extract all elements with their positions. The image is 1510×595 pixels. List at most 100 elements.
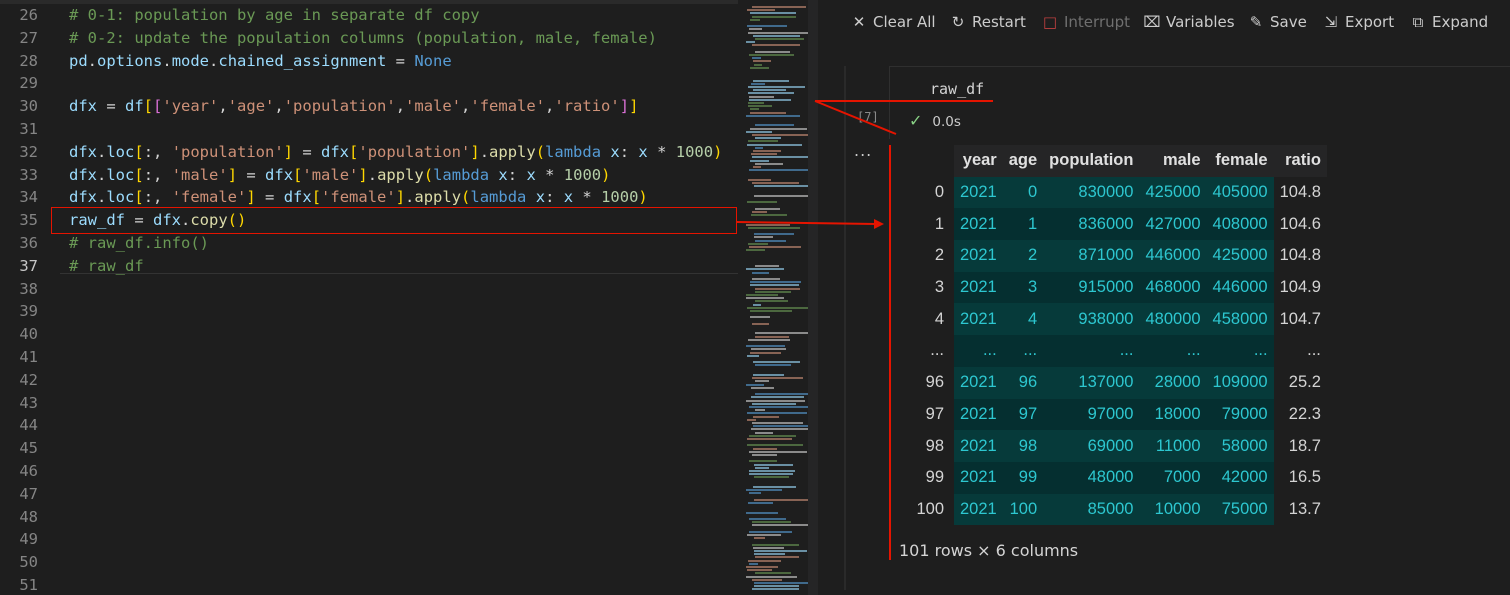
line-number: 31 xyxy=(19,120,38,138)
minimap-line xyxy=(748,86,805,88)
table-cell: 938000 xyxy=(1043,303,1140,336)
code-line[interactable]: 49 xyxy=(0,528,738,551)
code-line[interactable]: 50 xyxy=(0,551,738,574)
code-line[interactable]: 51 xyxy=(0,574,738,595)
code-line[interactable]: 32 dfx.loc[:, 'population'] = dfx['popula… xyxy=(0,141,738,164)
table-cell: 104.6 xyxy=(1279,214,1321,233)
table-cell: 3 xyxy=(1002,271,1044,304)
minimap-line xyxy=(749,460,777,463)
line-number: 45 xyxy=(19,439,38,458)
save-button[interactable]: ✎ Save xyxy=(1247,11,1307,33)
minimap-line xyxy=(755,239,786,242)
code-line[interactable]: 43 xyxy=(0,392,738,415)
line-number: 47 xyxy=(19,484,38,503)
minimap-line xyxy=(751,153,777,156)
restart-button[interactable]: ↻ Restart xyxy=(949,11,1026,33)
line-code: pd.options.mode.chained_assignment = Non… xyxy=(69,51,452,70)
minimap-line xyxy=(751,428,809,431)
table-row: 100 2021 100 85000 10000 75000 13.7 xyxy=(898,493,1327,526)
minimap-line xyxy=(750,281,801,284)
code-line[interactable]: 33 dfx.loc[:, 'male'] = dfx['male'].apply… xyxy=(0,164,738,187)
table-row: 98 2021 98 69000 11000 58000 18.7 xyxy=(898,430,1327,462)
code-line[interactable]: 37 # raw_df xyxy=(0,255,738,278)
code-line[interactable]: 41 xyxy=(0,346,738,369)
code-line[interactable]: 26 # 0-1: population by age in separate d… xyxy=(0,4,738,27)
code-editor[interactable]: 26 # 0-1: population by age in separate d… xyxy=(0,0,738,595)
code-line[interactable]: 34 dfx.loc[:, 'female'] = dfx['female'].a… xyxy=(0,186,738,209)
table-cell: 16.5 xyxy=(1288,468,1321,487)
minimap-line xyxy=(750,108,759,111)
code-line[interactable]: 46 xyxy=(0,460,738,483)
editor-scrollbar[interactable] xyxy=(808,0,818,595)
minimap-line xyxy=(746,223,790,226)
line-number: 32 xyxy=(19,142,38,161)
table-cell: 2021 xyxy=(954,271,1003,304)
table-cell: 109000 xyxy=(1206,366,1274,399)
input-cell[interactable] xyxy=(889,66,1510,139)
minimap-line xyxy=(755,466,769,469)
minimap-line xyxy=(752,543,799,546)
column-header-year: year xyxy=(954,145,1003,177)
minimap-line xyxy=(748,242,768,245)
output-more-button[interactable]: ... xyxy=(854,141,872,160)
minimap-line xyxy=(750,316,770,319)
minimap-line xyxy=(748,105,772,108)
minimap-line xyxy=(752,521,791,524)
code-line[interactable]: 39 xyxy=(0,300,738,323)
minimap-line xyxy=(754,194,811,197)
code-line[interactable]: 29 xyxy=(0,72,738,95)
table-cell: 7000 xyxy=(1139,461,1207,494)
line-code: dfx.loc[:, 'male'] = dfx['male'].apply(l… xyxy=(69,165,611,184)
code-line[interactable]: 27 # 0-2: update the population columns (… xyxy=(0,27,738,50)
minimap-line xyxy=(752,57,761,60)
minimap-line xyxy=(751,214,787,216)
table-cell: 425000 xyxy=(1206,240,1274,272)
table-cell: 58000 xyxy=(1206,430,1274,462)
close-icon: ✕ xyxy=(852,13,866,31)
line-number: 27 xyxy=(19,28,38,47)
minimap-line xyxy=(753,79,789,82)
interrupt-button[interactable]: □ Interrupt xyxy=(1041,11,1130,33)
clear-all-button[interactable]: ✕ Clear All xyxy=(850,11,936,33)
code-line[interactable]: 38 xyxy=(0,278,738,301)
minimap-line xyxy=(748,559,781,562)
cell-code[interactable]: raw_df xyxy=(930,80,984,98)
code-line[interactable]: 45 xyxy=(0,437,738,460)
code-line[interactable]: 47 xyxy=(0,483,738,506)
line-number: 44 xyxy=(19,416,38,435)
minimap-line xyxy=(748,102,764,104)
code-line[interactable]: 28 pd.options.mode.chained_assignment = N… xyxy=(0,50,738,73)
minimap-line xyxy=(747,25,787,28)
minimap-line xyxy=(749,434,796,437)
code-line[interactable]: 31 xyxy=(0,118,738,141)
line-code: # 0-2: update the population columns (po… xyxy=(69,28,657,47)
table-cell: 1 xyxy=(1002,208,1044,241)
minimap-line xyxy=(754,233,794,236)
code-line[interactable]: 42 xyxy=(0,369,738,392)
line-code: # raw_df.info() xyxy=(69,234,209,252)
minimap-line xyxy=(753,60,771,63)
code-line[interactable]: 30 dfx = df[['year','age','population','m… xyxy=(0,95,738,118)
code-line[interactable]: 48 xyxy=(0,506,738,529)
minimap-line xyxy=(749,246,801,248)
dataframe-shape: 101 rows × 6 columns xyxy=(899,541,1079,560)
minimap-line xyxy=(749,562,758,565)
minimap-line xyxy=(754,463,793,466)
line-code: # raw_df xyxy=(69,256,144,275)
minimap-line xyxy=(753,89,786,92)
execution-count: [7] xyxy=(857,110,879,124)
minimap-line xyxy=(747,534,781,536)
code-line[interactable]: 36 # raw_df.info() xyxy=(0,232,738,255)
line-number: 39 xyxy=(19,302,38,321)
minimap-line xyxy=(755,393,814,396)
code-line[interactable]: 44 xyxy=(0,414,738,437)
table-cell: 2021 xyxy=(954,240,1003,272)
variables-button[interactable]: ⌧ Variables xyxy=(1143,11,1234,33)
expand-button[interactable]: ⧉ Expand xyxy=(1409,11,1488,33)
export-button[interactable]: ⇲ Export xyxy=(1322,11,1394,33)
table-cell: 405000 xyxy=(1206,176,1274,209)
table-cell: 4 xyxy=(1002,303,1044,336)
table-row: ..................... xyxy=(898,335,1327,367)
minimap-line xyxy=(752,524,811,527)
code-line[interactable]: 40 xyxy=(0,323,738,346)
